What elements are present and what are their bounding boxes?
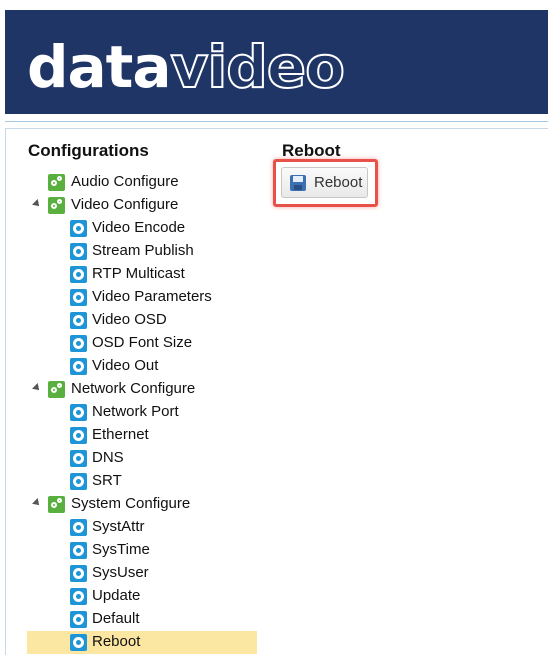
sidebar-item-label: DNS <box>92 449 124 466</box>
sidebar-item-ethernet[interactable]: Ethernet <box>6 424 268 447</box>
sidebar-item-label: Default <box>92 610 140 627</box>
reboot-button[interactable]: Reboot <box>281 167 368 198</box>
blue-gear-icon <box>70 289 87 306</box>
sidebar-item-label: SysUser <box>92 564 149 581</box>
sidebar-item-default[interactable]: Default <box>6 608 268 631</box>
sidebar-item-video-configure[interactable]: Video Configure <box>6 194 268 217</box>
blue-gear-icon <box>70 427 87 444</box>
sidebar-item-stream-publish[interactable]: Stream Publish <box>6 240 268 263</box>
expand-arrow-icon[interactable] <box>32 199 42 209</box>
sidebar-item-systattr[interactable]: SystAttr <box>6 516 268 539</box>
sidebar-item-video-out[interactable]: Video Out <box>6 355 268 378</box>
blue-gear-icon <box>70 358 87 375</box>
green-gear-icon <box>48 197 65 214</box>
sidebar-item-label: Stream Publish <box>92 242 194 259</box>
sidebar-item-network-configure[interactable]: Network Configure <box>6 378 268 401</box>
sidebar-item-label: Network Configure <box>71 380 196 397</box>
blue-gear-icon <box>70 611 87 628</box>
sidebar-item-video-encode[interactable]: Video Encode <box>6 217 268 240</box>
logo-data-text: data <box>27 33 172 101</box>
sidebar-item-dns[interactable]: DNS <box>6 447 268 470</box>
sidebar-item-label: Network Port <box>92 403 179 420</box>
sidebar-item-systime[interactable]: SysTime <box>6 539 268 562</box>
app-header: data video <box>5 10 548 114</box>
sidebar-item-video-parameters[interactable]: Video Parameters <box>6 286 268 309</box>
blue-gear-icon <box>70 565 87 582</box>
green-gear-icon <box>48 381 65 398</box>
page-title: Reboot <box>282 141 341 160</box>
blue-gear-icon <box>70 243 87 260</box>
datavideo-logo: data video <box>27 26 346 101</box>
sidebar-item-sysuser[interactable]: SysUser <box>6 562 268 585</box>
sidebar-item-label: Video Encode <box>92 219 186 236</box>
sidebar-item-label: OSD Font Size <box>92 334 193 351</box>
sidebar-item-label: Audio Configure <box>71 173 179 190</box>
sidebar-item-update[interactable]: Update <box>6 585 268 608</box>
configurations-title: Configurations <box>28 141 149 160</box>
save-icon <box>290 175 306 191</box>
blue-gear-icon <box>70 266 87 283</box>
reboot-button-label: Reboot <box>314 174 363 191</box>
blue-gear-icon <box>70 473 87 490</box>
sidebar-item-label: Video OSD <box>92 311 167 328</box>
sidebar-item-label: RTP Multicast <box>92 265 185 282</box>
sidebar-item-label: Update <box>92 587 141 604</box>
main-content: Configurations Audio Configure Video Conf… <box>5 121 548 655</box>
blue-gear-icon <box>70 335 87 352</box>
sidebar-item-label: SysTime <box>92 541 150 558</box>
blue-gear-icon <box>70 542 87 559</box>
sidebar-item-label: Ethernet <box>92 426 149 443</box>
blue-gear-icon <box>70 404 87 421</box>
sidebar-item-audio-configure[interactable]: Audio Configure <box>6 171 268 194</box>
sidebar-item-network-port[interactable]: Network Port <box>6 401 268 424</box>
sidebar-item-label: Reboot <box>92 633 141 650</box>
sidebar-item-reboot[interactable]: Reboot <box>6 631 268 654</box>
expand-arrow-icon[interactable] <box>32 498 42 508</box>
sidebar-item-rtp-multicast[interactable]: RTP Multicast <box>6 263 268 286</box>
configurations-panel: Configurations Audio Configure Video Conf… <box>5 128 269 655</box>
sidebar-item-label: SystAttr <box>92 518 145 535</box>
sidebar-item-label: Video Configure <box>71 196 179 213</box>
sidebar-item-srt[interactable]: SRT <box>6 470 268 493</box>
blue-gear-icon <box>70 634 87 651</box>
sidebar-item-system-configure[interactable]: System Configure <box>6 493 268 516</box>
selection-highlight <box>27 631 257 654</box>
sidebar-item-label: Video Parameters <box>92 288 212 305</box>
expand-arrow-icon[interactable] <box>32 383 42 393</box>
blue-gear-icon <box>70 220 87 237</box>
blue-gear-icon <box>70 450 87 467</box>
sidebar-item-label: System Configure <box>71 495 191 512</box>
blue-gear-icon <box>70 519 87 536</box>
green-gear-icon <box>48 174 65 191</box>
sidebar-item-osd-font-size[interactable]: OSD Font Size <box>6 332 268 355</box>
logo-video-text: video <box>170 33 346 101</box>
blue-gear-icon <box>70 312 87 329</box>
sidebar-item-video-osd[interactable]: Video OSD <box>6 309 268 332</box>
green-gear-icon <box>48 496 65 513</box>
reboot-panel: Reboot Reboot <box>268 128 548 655</box>
sidebar-item-label: Video Out <box>92 357 159 374</box>
blue-gear-icon <box>70 588 87 605</box>
configuration-tree: Audio Configure Video Configure Video Enco… <box>6 171 268 654</box>
sidebar-item-label: SRT <box>92 472 122 489</box>
